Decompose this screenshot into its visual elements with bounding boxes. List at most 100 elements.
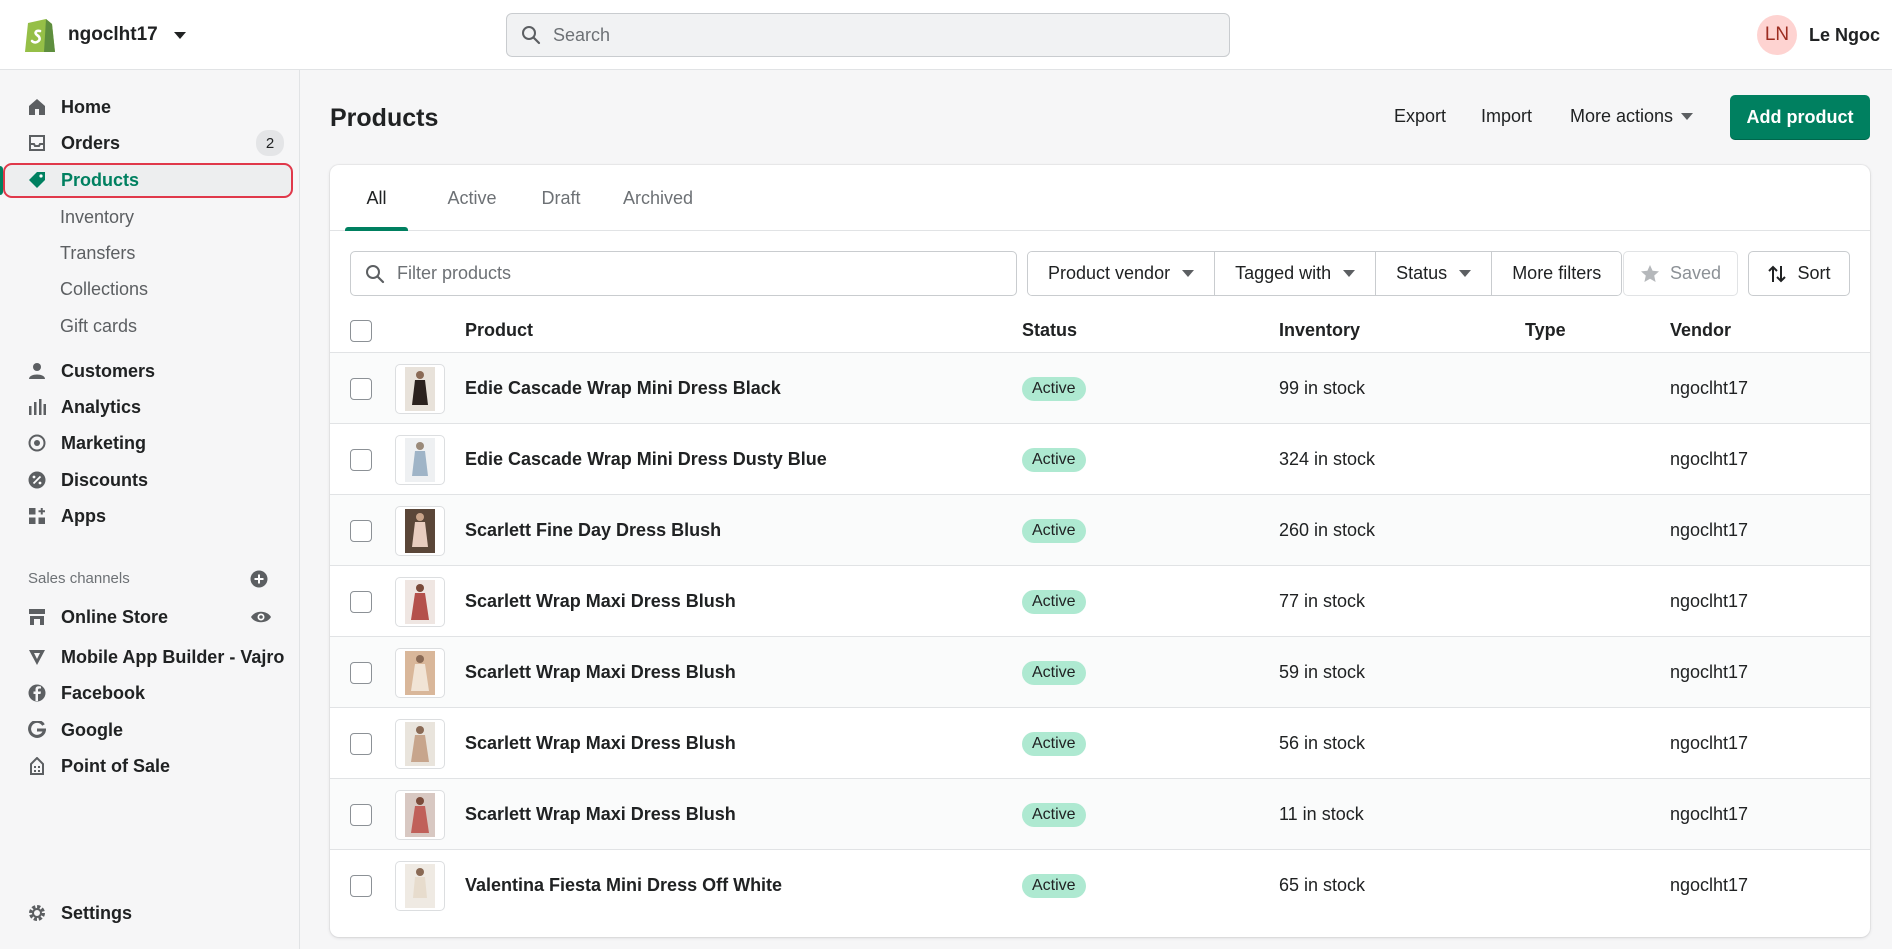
table-row[interactable]: Valentina Fiesta Mini Dress Off White Ac…: [330, 850, 1870, 921]
tag-icon: [27, 170, 47, 190]
table-row[interactable]: Scarlett Fine Day Dress Blush Active 260…: [330, 495, 1870, 566]
sidebar-item-label: Home: [61, 96, 112, 117]
status-filter[interactable]: Status: [1376, 252, 1493, 295]
inventory-value: 77 in stock: [1279, 591, 1366, 611]
global-search[interactable]: [506, 13, 1230, 57]
product-name-link[interactable]: Edie Cascade Wrap Mini Dress Black: [465, 353, 781, 424]
product-name-link[interactable]: Scarlett Wrap Maxi Dress Blush: [465, 779, 736, 850]
sidebar-item-label: Marketing: [61, 432, 147, 453]
sidebar-subitem-collections[interactable]: Collections: [60, 273, 148, 305]
column-header-status[interactable]: Status: [1022, 308, 1077, 353]
status-badge: Active: [1022, 518, 1086, 543]
vendor-value: ngoclht17: [1670, 378, 1749, 398]
row-checkbox[interactable]: [350, 519, 372, 542]
sidebar-channel-facebook[interactable]: Facebook: [0, 675, 300, 711]
chevron-down-icon: [1459, 270, 1472, 277]
row-checkbox[interactable]: [350, 803, 372, 826]
table-row[interactable]: Edie Cascade Wrap Mini Dress Black Activ…: [330, 353, 1870, 424]
filter-label: Product vendor: [1048, 263, 1171, 283]
row-checkbox[interactable]: [350, 732, 372, 755]
product-name-link[interactable]: Scarlett Wrap Maxi Dress Blush: [465, 637, 736, 708]
more-actions-button[interactable]: More actions: [1570, 106, 1694, 127]
apps-icon: [27, 506, 47, 526]
product-name-link[interactable]: Edie Cascade Wrap Mini Dress Dusty Blue: [465, 424, 827, 495]
eye-icon[interactable]: [250, 609, 272, 625]
add-sales-channel-button[interactable]: [250, 570, 268, 593]
sidebar-channel-online-store[interactable]: Online Store: [0, 599, 300, 635]
user-menu[interactable]: LN Le Ngoc: [1756, 15, 1880, 55]
search-icon: [522, 26, 541, 45]
saved-button[interactable]: Saved: [1623, 251, 1738, 296]
products-card: All Active Draft Archived Product vendor…: [330, 165, 1870, 937]
discount-icon: [27, 470, 47, 490]
status-badge: Active: [1022, 873, 1086, 898]
product-name-link[interactable]: Scarlett Fine Day Dress Blush: [465, 495, 721, 566]
column-header-vendor[interactable]: Vendor: [1670, 308, 1731, 353]
sidebar-item-products[interactable]: Products: [0, 162, 300, 198]
filter-products-input[interactable]: [397, 263, 997, 284]
table-row[interactable]: Edie Cascade Wrap Mini Dress Dusty Blue …: [330, 424, 1870, 495]
tab-archived[interactable]: Archived: [608, 165, 708, 231]
sidebar-subitem-inventory[interactable]: Inventory: [60, 201, 134, 233]
sidebar-item-settings[interactable]: Settings: [0, 895, 300, 931]
column-header-product[interactable]: Product: [465, 308, 533, 353]
vendor-value: ngoclht17: [1670, 875, 1749, 895]
row-checkbox[interactable]: [350, 377, 372, 400]
column-header-inventory[interactable]: Inventory: [1279, 308, 1360, 353]
sidebar-item-label: Products: [61, 169, 140, 190]
sidebar-channel-point-of-sale[interactable]: Point of Sale: [0, 748, 300, 784]
row-checkbox[interactable]: [350, 661, 372, 684]
product-name-link[interactable]: Scarlett Wrap Maxi Dress Blush: [465, 566, 736, 637]
vendor-value: ngoclht17: [1670, 520, 1749, 540]
row-checkbox[interactable]: [350, 590, 372, 613]
sidebar-item-label: Apps: [61, 505, 106, 526]
more-filters-button[interactable]: More filters: [1492, 252, 1622, 295]
sidebar-item-analytics[interactable]: Analytics: [0, 389, 300, 425]
sidebar-item-customers[interactable]: Customers: [0, 353, 300, 389]
sidebar-item-label: Mobile App Builder - Vajro: [61, 646, 285, 667]
tab-draft[interactable]: Draft: [526, 165, 596, 231]
table-row[interactable]: Scarlett Wrap Maxi Dress Blush Active 11…: [330, 779, 1870, 850]
product-name-link[interactable]: Valentina Fiesta Mini Dress Off White: [465, 850, 782, 921]
tab-active[interactable]: Active: [430, 165, 514, 231]
add-product-button[interactable]: Add product: [1730, 95, 1870, 140]
sidebar-channel-vajro[interactable]: Mobile App Builder - Vajro: [0, 639, 300, 675]
filter-button-group: Product vendor Tagged with Status More f…: [1027, 251, 1623, 296]
row-checkbox[interactable]: [350, 448, 372, 471]
sidebar-item-discounts[interactable]: Discounts: [0, 462, 300, 498]
sidebar-subitem-gift-cards[interactable]: Gift cards: [60, 310, 137, 342]
sidebar-item-apps[interactable]: Apps: [0, 498, 300, 534]
tab-selected-indicator: [345, 227, 408, 231]
row-checkbox[interactable]: [350, 874, 372, 897]
sidebar-channel-google[interactable]: Google: [0, 712, 300, 748]
vajro-icon: [27, 647, 47, 667]
table-row[interactable]: Scarlett Wrap Maxi Dress Blush Active 59…: [330, 637, 1870, 708]
store-switcher[interactable]: ngoclht17: [22, 14, 186, 56]
filter-products-field[interactable]: [350, 251, 1017, 296]
product-vendor-filter[interactable]: Product vendor: [1028, 252, 1216, 295]
sidebar-item-orders[interactable]: Orders 2: [0, 125, 300, 161]
plus-circle-icon: [250, 570, 268, 588]
select-all-checkbox[interactable]: [350, 319, 372, 342]
column-header-type[interactable]: Type: [1525, 308, 1566, 353]
table-row[interactable]: Scarlett Wrap Maxi Dress Blush Active 77…: [330, 566, 1870, 637]
search-input[interactable]: [553, 24, 1173, 46]
export-button[interactable]: Export: [1394, 106, 1446, 127]
filter-label: Status: [1396, 263, 1448, 283]
product-name-link[interactable]: Scarlett Wrap Maxi Dress Blush: [465, 708, 736, 779]
sidebar-item-marketing[interactable]: Marketing: [0, 425, 300, 461]
sort-button[interactable]: Sort: [1748, 251, 1850, 296]
tagged-with-filter[interactable]: Tagged with: [1215, 252, 1377, 295]
shopify-logo-icon: [25, 19, 55, 52]
sort-label: Sort: [1797, 263, 1831, 283]
vendor-value: ngoclht17: [1670, 804, 1749, 824]
sidebar-subitem-transfers[interactable]: Transfers: [60, 237, 135, 269]
chevron-down-icon: [1343, 270, 1356, 277]
tab-all[interactable]: All: [345, 165, 408, 231]
product-thumbnail: [395, 363, 445, 414]
import-button[interactable]: Import: [1481, 106, 1532, 127]
sidebar-item-home[interactable]: Home: [0, 89, 300, 125]
status-badge: Active: [1022, 447, 1086, 472]
table-row[interactable]: Scarlett Wrap Maxi Dress Blush Active 56…: [330, 708, 1870, 779]
vendor-value: ngoclht17: [1670, 591, 1749, 611]
